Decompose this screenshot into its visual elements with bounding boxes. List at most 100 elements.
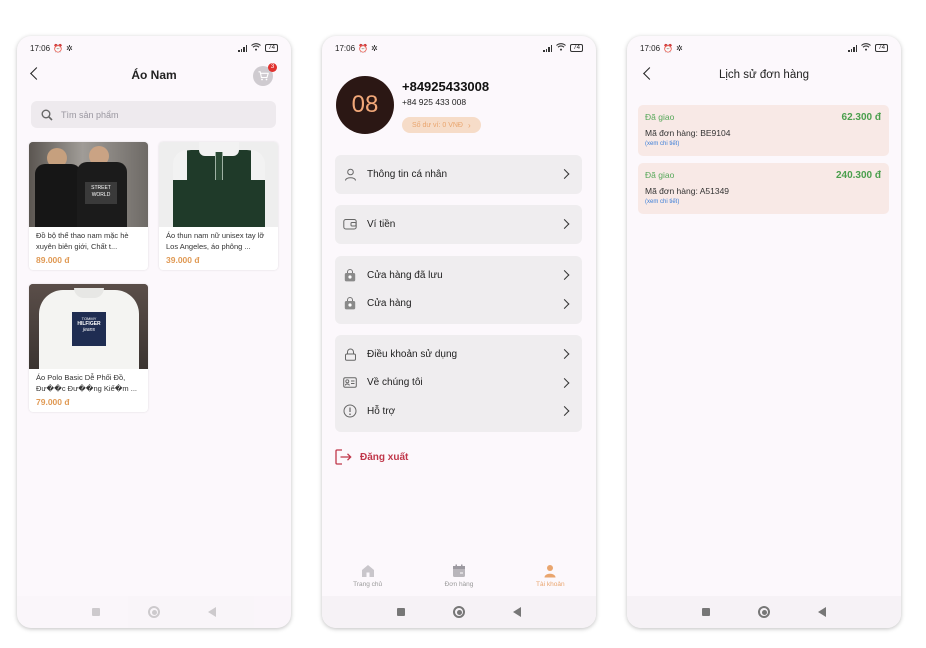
recents-button[interactable] — [397, 608, 405, 616]
back-button[interactable] — [208, 607, 216, 617]
search-bar[interactable] — [31, 101, 276, 128]
tab-home[interactable]: Trang chủ — [328, 564, 408, 588]
battery-icon: 74 — [875, 44, 888, 52]
chevron-right-icon: › — [467, 120, 471, 130]
chevron-right-icon — [559, 298, 570, 309]
wifi-icon — [251, 43, 262, 53]
back-button[interactable] — [818, 607, 826, 617]
order-amount: 240.300 đ — [835, 170, 881, 181]
order-card[interactable]: Đã giao 240.300 đ Mã đơn hàng: A51349 (x… — [638, 163, 889, 214]
product-card[interactable]: STREET WORLD Đồ bộ thể thao nam mặc hè x… — [29, 142, 148, 270]
home-button[interactable] — [758, 606, 770, 618]
menu-item-personal-info[interactable]: Thông tin cá nhân — [335, 160, 582, 189]
chevron-right-icon — [559, 219, 570, 230]
tab-label: Tài khoản — [536, 581, 565, 588]
page-title: Lịch sử đơn hàng — [718, 69, 810, 81]
signal-icon — [238, 44, 248, 52]
alarm-icon: ⏰ — [663, 43, 673, 53]
order-code: Mã đơn hàng: BE9104 — [645, 128, 731, 138]
menu-group-stores: Cửa hàng đã lưu Cửa hàng — [335, 256, 582, 324]
cart-button[interactable]: 3 — [253, 63, 277, 86]
avatar[interactable]: 08 — [336, 76, 394, 134]
menu-item-label: Điều khoản sử dụng — [367, 348, 458, 360]
home-button[interactable] — [148, 606, 160, 618]
print-text-world: WORLD — [91, 192, 111, 198]
order-details-link[interactable]: (xem chi tiết) — [645, 141, 679, 147]
home-icon — [361, 565, 374, 577]
logout-label: Đăng xuất — [360, 451, 409, 463]
menu-item-label: Hỗ trợ — [367, 405, 396, 417]
header: Áo Nam 3 — [17, 63, 291, 86]
user-phone-formatted: +84 925 433 008 — [402, 97, 467, 107]
product-image: TOMMY HILFIGER jeans — [29, 284, 148, 369]
app-notify-icon: ✲ — [66, 43, 73, 53]
tab-label: Đơn hàng — [444, 581, 474, 588]
chevron-right-icon — [559, 169, 570, 180]
product-card[interactable]: TOMMY HILFIGER jeans Áo Polo Basic Dễ Ph… — [29, 284, 148, 412]
menu-group-info: Điều khoản sử dụng Về chúng tôi Hỗ trợ — [335, 335, 582, 432]
status-time: 17:06 — [640, 43, 661, 53]
status-time: 17:06 — [30, 43, 51, 53]
status-bar: 17:06 ⏰ ✲ 74 — [335, 42, 583, 54]
product-image: STREET WORLD — [29, 142, 148, 227]
menu-item-label: Cửa hàng — [367, 298, 412, 310]
home-button[interactable] — [453, 606, 465, 618]
recents-button[interactable] — [702, 608, 710, 616]
system-nav-bar — [322, 596, 596, 628]
tab-label: Trang chủ — [353, 581, 383, 588]
print-text-jeans: jeans — [83, 327, 95, 333]
app-notify-icon: ✲ — [371, 43, 378, 53]
product-card[interactable]: Áo thun nam nữ unisex tay lỡ Los Angeles… — [159, 142, 278, 270]
menu-item-wallet[interactable]: Ví tiền — [335, 210, 582, 239]
menu-group-profile: Thông tin cá nhân — [335, 155, 582, 194]
wallet-icon — [343, 217, 357, 231]
account-icon — [544, 565, 556, 578]
product-list-screen: 17:06 ⏰ ✲ 74 Áo Nam 3 Tìm sản phẩm STREE… — [17, 36, 291, 628]
battery-icon: 74 — [570, 44, 583, 52]
status-bar: 17:06 ⏰ ✲ 74 — [640, 42, 888, 54]
calendar-icon — [452, 564, 465, 577]
menu-item-stores[interactable]: Cửa hàng — [335, 290, 582, 319]
tab-orders[interactable]: Đơn hàng — [419, 564, 499, 588]
wifi-icon — [861, 43, 872, 53]
menu-item-saved-stores[interactable]: Cửa hàng đã lưu — [335, 261, 582, 290]
order-code: Mã đơn hàng: A51349 — [645, 186, 730, 196]
signal-icon — [848, 44, 858, 52]
id-card-icon — [343, 376, 357, 390]
order-card[interactable]: Đã giao 62.300 đ Mã đơn hàng: BE9104 (xe… — [638, 105, 889, 156]
logout-button[interactable]: Đăng xuất — [335, 449, 408, 465]
search-input[interactable] — [61, 109, 251, 120]
menu-item-support[interactable]: Hỗ trợ — [335, 397, 582, 426]
menu-item-about-us[interactable]: Về chúng tôi — [335, 369, 582, 398]
chevron-right-icon — [559, 406, 570, 417]
signal-icon — [543, 44, 553, 52]
cart-count-badge: 3 — [268, 63, 277, 72]
page-title: Áo Nam — [131, 68, 177, 82]
menu-item-label: Về chúng tôi — [367, 377, 423, 389]
recents-button[interactable] — [92, 608, 100, 616]
back-button[interactable] — [513, 607, 521, 617]
order-status: Đã giao — [645, 170, 675, 180]
tab-account[interactable]: Tài khoản — [510, 564, 590, 588]
alarm-icon: ⏰ — [358, 43, 368, 53]
menu-item-label: Thông tin cá nhân — [367, 168, 448, 180]
header: Lịch sử đơn hàng — [627, 64, 901, 86]
order-amount: 62.300 đ — [841, 112, 881, 123]
search-icon — [41, 109, 53, 121]
system-nav-bar — [627, 596, 901, 628]
bottom-tab-bar: Trang chủ Đơn hàng Tài khoản — [322, 556, 596, 596]
battery-icon: 74 — [265, 44, 278, 52]
logout-icon — [335, 449, 352, 465]
menu-group-wallet: Ví tiền — [335, 205, 582, 244]
back-arrow-icon[interactable] — [643, 67, 656, 80]
chevron-right-icon — [559, 270, 570, 281]
order-details-link[interactable]: (xem chi tiết) — [645, 199, 679, 205]
product-image — [159, 142, 278, 227]
menu-item-terms[interactable]: Điều khoản sử dụng — [335, 340, 582, 369]
order-history-screen: 17:06 ⏰ ✲ 74 Lịch sử đơn hàng Đã giao 62… — [627, 36, 901, 628]
chevron-right-icon — [559, 377, 570, 388]
back-arrow-icon[interactable] — [30, 67, 43, 80]
status-bar: 17:06 ⏰ ✲ 74 — [30, 42, 278, 54]
product-name: Áo Polo Basic Dễ Phối Đồ, Đư��c Đư��ng K… — [36, 373, 138, 393]
wallet-balance-button[interactable]: Số dư ví: 0 VNĐ › — [402, 117, 481, 133]
